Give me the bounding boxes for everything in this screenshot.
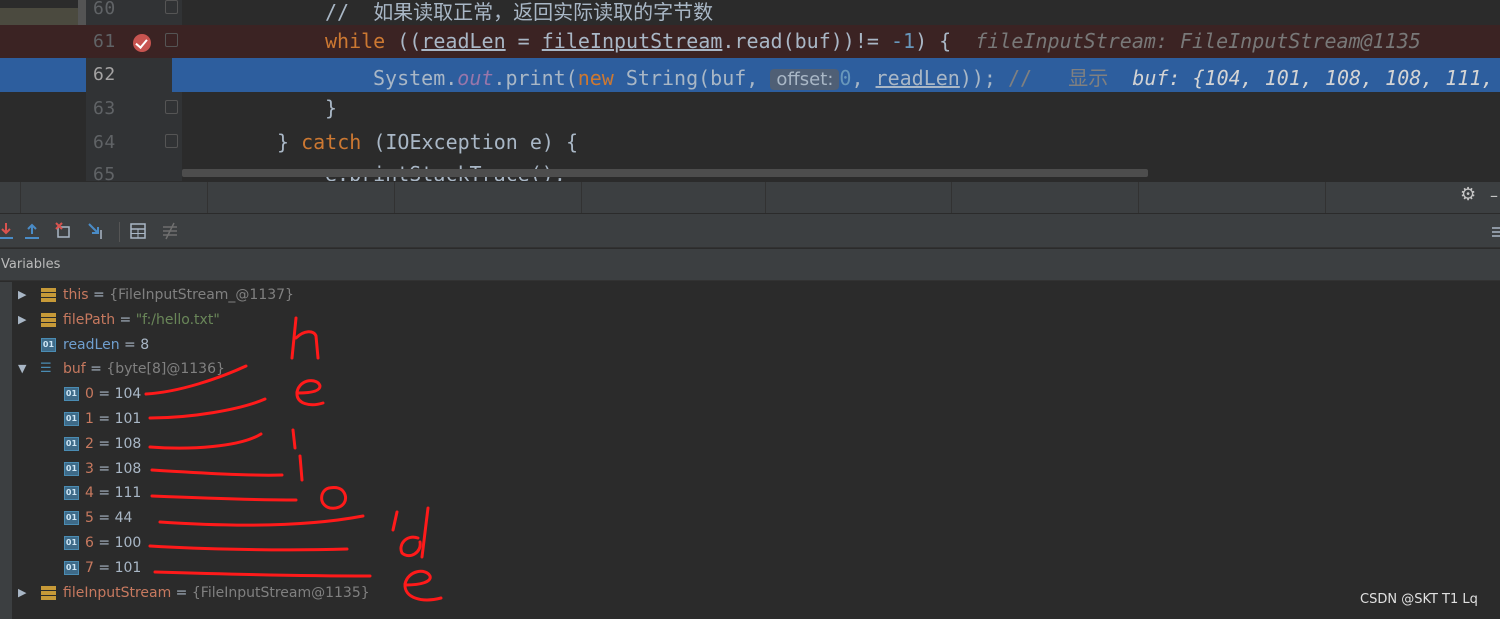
- tab-divider: [951, 182, 952, 213]
- field-icon: [41, 313, 56, 327]
- tab-divider: [581, 182, 582, 213]
- var-name: fileInputStream: [63, 585, 172, 601]
- fold-marker-icon[interactable]: [165, 100, 178, 114]
- var-value: 108: [114, 461, 142, 477]
- code-line-62[interactable]: 62 System.out.print(new String(buf, offs…: [0, 58, 1500, 92]
- code-text: }: [325, 96, 338, 120]
- run-to-cursor-icon[interactable]: [86, 221, 106, 241]
- field-icon: [41, 586, 56, 600]
- tab-divider: [394, 182, 395, 213]
- line-number: 65: [93, 164, 116, 181]
- var-name: 1: [85, 411, 94, 427]
- primitive-icon: 01: [41, 338, 56, 352]
- code-text: // 如果读取正常，返回实际读取的字节数: [325, 0, 714, 24]
- code-editor[interactable]: 60 // 如果读取正常，返回实际读取的字节数 61 while ((readL…: [0, 0, 1500, 181]
- line-number: 63: [93, 98, 116, 119]
- var-name: 4: [85, 485, 94, 501]
- var-name: buf: [63, 361, 86, 377]
- horizontal-scrollbar-thumb[interactable]: [182, 169, 1148, 177]
- var-value: 111: [114, 485, 142, 501]
- var-value: {FileInputStream_@1137}: [109, 287, 294, 303]
- tab-divider: [1138, 182, 1139, 213]
- tab-divider: [1325, 182, 1326, 213]
- var-value: {byte[8]@1136}: [106, 361, 225, 377]
- var-name: 5: [85, 510, 94, 526]
- var-value: 108: [114, 436, 142, 452]
- var-value: 100: [114, 535, 142, 551]
- panel-title: Variables: [1, 257, 61, 272]
- fold-marker-icon[interactable]: [165, 0, 178, 14]
- code-text: System.out.print(new String(buf, offset:…: [373, 66, 1494, 90]
- primitive-icon: 01: [64, 412, 79, 426]
- inline-debug-value: buf: {104, 101, 108, 108, 111,: [1132, 66, 1494, 90]
- expand-arrow-icon[interactable]: ▶: [18, 308, 30, 332]
- variables-panel-header: Variables: [0, 249, 1500, 281]
- array-icon: ☰: [40, 361, 52, 376]
- line-number: 60: [93, 0, 116, 19]
- step-into-icon[interactable]: [0, 221, 16, 241]
- primitive-icon: 01: [64, 561, 79, 575]
- var-name: 0: [85, 386, 94, 402]
- primitive-icon: 01: [64, 536, 79, 550]
- breakpoint-icon[interactable]: [133, 34, 151, 52]
- field-icon: [41, 288, 56, 302]
- evaluate-expression-icon[interactable]: [128, 221, 148, 241]
- gear-icon[interactable]: ⚙: [1460, 186, 1478, 204]
- var-value: 104: [114, 386, 142, 402]
- fold-marker-icon[interactable]: [165, 134, 178, 148]
- drop-frame-icon[interactable]: [54, 221, 74, 241]
- tab-divider: [765, 182, 766, 213]
- var-name: 7: [85, 560, 94, 576]
- var-value: 101: [114, 411, 142, 427]
- code-line-60[interactable]: 60 // 如果读取正常，返回实际读取的字节数: [0, 0, 1500, 26]
- code-line-61[interactable]: 61 while ((readLen = fileInputStream.rea…: [0, 25, 1500, 59]
- line-number: 61: [93, 31, 116, 52]
- toolbar-separator: [119, 222, 120, 242]
- code-line-64[interactable]: 64 } catch (IOException e) {: [0, 126, 1500, 160]
- var-value: {FileInputStream@1135}: [191, 585, 370, 601]
- tab-divider: [207, 182, 208, 213]
- layout-icon[interactable]: [1490, 221, 1500, 241]
- debug-tab-bar: [0, 181, 1500, 214]
- primitive-icon: 01: [64, 462, 79, 476]
- var-value: 8: [140, 337, 150, 353]
- code-text: while ((readLen = fileInputStream.read(b…: [325, 29, 1421, 53]
- primitive-icon: 01: [64, 486, 79, 500]
- line-number: 62: [93, 64, 116, 85]
- side-toolbar-strip: [0, 282, 12, 619]
- parameter-hint: offset:: [770, 69, 840, 90]
- code-text: } catch (IOException e) {: [277, 130, 579, 154]
- step-out-icon[interactable]: [22, 221, 42, 241]
- tab-divider: [20, 182, 21, 213]
- primitive-icon: 01: [64, 511, 79, 525]
- fold-marker-icon[interactable]: [165, 33, 178, 47]
- var-name: readLen: [63, 337, 120, 353]
- var-value: 101: [114, 560, 142, 576]
- watermark: CSDN @SKT T1 Lq: [1360, 592, 1478, 607]
- primitive-icon: 01: [64, 387, 79, 401]
- trace-icon[interactable]: [160, 221, 180, 241]
- expand-arrow-icon[interactable]: ▶: [18, 283, 30, 307]
- inline-debug-value: fileInputStream: FileInputStream@1135: [975, 29, 1421, 53]
- primitive-icon: 01: [64, 437, 79, 451]
- var-name: 3: [85, 461, 94, 477]
- var-name: filePath: [63, 312, 116, 328]
- var-value: "f:/hello.txt": [135, 312, 220, 328]
- debug-toolbar: [0, 214, 1500, 248]
- minimize-icon[interactable]: –: [1490, 186, 1498, 205]
- collapse-arrow-icon[interactable]: ▼: [18, 357, 30, 381]
- expand-arrow-icon[interactable]: ▶: [18, 581, 30, 605]
- var-name: 6: [85, 535, 94, 551]
- variables-tree[interactable]: [0, 282, 1500, 619]
- var-name: this: [63, 287, 89, 303]
- var-value: 44: [114, 510, 133, 526]
- code-line-63[interactable]: 63 }: [0, 92, 1500, 126]
- line-number: 64: [93, 132, 116, 153]
- var-name: 2: [85, 436, 94, 452]
